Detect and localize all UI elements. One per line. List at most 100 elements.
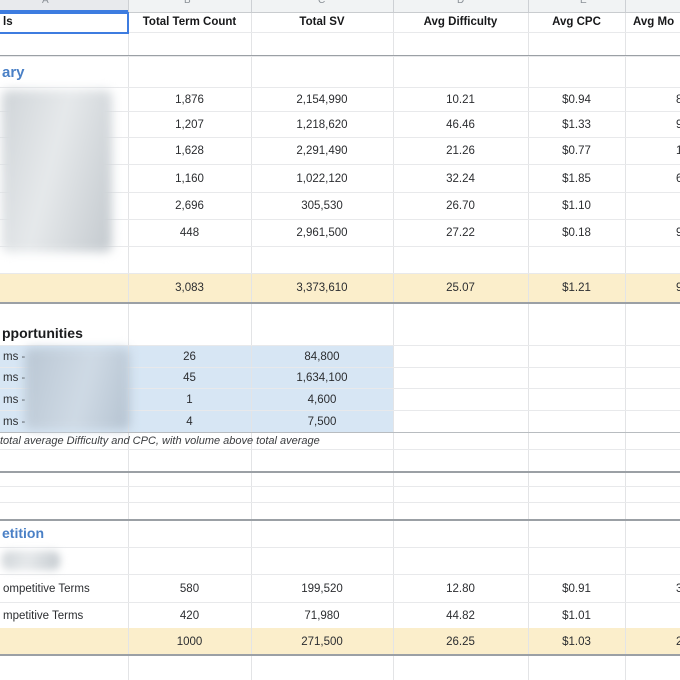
opportunities-heading[interactable]: pportunities xyxy=(0,325,251,341)
summary-heading[interactable]: ary xyxy=(0,64,251,81)
table-row[interactable]: ms - 1 4,600 xyxy=(0,389,680,411)
selected-column-header[interactable] xyxy=(0,0,128,12)
cell-total-sv[interactable]: 199,520 xyxy=(251,583,393,595)
cell-avg-difficulty[interactable]: 46.46 xyxy=(393,119,528,131)
header-avg-cpc[interactable]: Avg CPC xyxy=(528,16,625,28)
table-row[interactable] xyxy=(0,450,680,471)
cell-avg-difficulty[interactable]: 10.21 xyxy=(393,94,528,106)
opportunity-label[interactable]: ms - xyxy=(0,351,128,363)
cell-avg-cpc[interactable]: $1.03 xyxy=(528,636,625,648)
cell-avg-cpc[interactable]: $0.91 xyxy=(528,583,625,595)
cell-term-count[interactable]: 1,628 xyxy=(128,145,251,157)
header-avg-difficulty[interactable]: Avg Difficulty xyxy=(393,16,528,28)
cell-avg-monthly[interactable] xyxy=(625,193,680,219)
table-row[interactable] xyxy=(0,304,680,320)
cell-term-count[interactable]: 2,696 xyxy=(128,200,251,212)
cell-total-sv[interactable]: 71,980 xyxy=(251,610,393,622)
cell-term-count[interactable]: 448 xyxy=(128,227,251,239)
cell-avg-monthly[interactable]: 9 xyxy=(625,274,680,302)
cell-term-count[interactable]: 1 xyxy=(128,394,251,406)
cell-total-sv[interactable]: 84,800 xyxy=(251,351,393,363)
cell-avg-difficulty[interactable]: 26.70 xyxy=(393,200,528,212)
cell-avg-cpc[interactable]: $1.33 xyxy=(528,119,625,131)
cell-avg-cpc[interactable]: $1.21 xyxy=(528,282,625,294)
cell-total-sv[interactable]: 7,500 xyxy=(251,416,393,428)
cell-avg-difficulty[interactable]: 21.26 xyxy=(393,145,528,157)
cell-total-sv[interactable]: 4,600 xyxy=(251,394,393,406)
cell-total-sv[interactable]: 305,530 xyxy=(251,200,393,212)
table-row[interactable]: ompetitive Terms 580 199,520 12.80 $0.91… xyxy=(0,575,680,603)
column-header-strip[interactable]: A B C D E xyxy=(0,0,680,13)
cell-avg-cpc[interactable]: $0.18 xyxy=(528,227,625,239)
cell-term-count[interactable]: 580 xyxy=(128,583,251,595)
opportunities-heading-row[interactable]: pportunities xyxy=(0,320,680,346)
column-letter[interactable]: D xyxy=(457,0,464,6)
cell-term-count[interactable]: 1000 xyxy=(128,636,251,648)
cell-avg-monthly[interactable]: 2 xyxy=(625,628,680,655)
table-row[interactable] xyxy=(0,33,680,57)
cell-total-sv[interactable]: 1,022,120 xyxy=(251,173,393,185)
cell-total-sv[interactable]: 1,634,100 xyxy=(251,372,393,384)
table-row[interactable] xyxy=(0,656,680,680)
cell-avg-difficulty[interactable]: 27.22 xyxy=(393,227,528,239)
opportunity-label[interactable]: ms - xyxy=(0,416,128,428)
cell-avg-difficulty[interactable]: 32.24 xyxy=(393,173,528,185)
cell-term-count[interactable]: 3,083 xyxy=(128,282,251,294)
competition-label[interactable]: mpetitive Terms xyxy=(0,610,128,622)
cell-avg-cpc[interactable]: $1.85 xyxy=(528,173,625,185)
summary-heading-row[interactable]: ary xyxy=(0,57,680,88)
cell-term-count[interactable]: 1,160 xyxy=(128,173,251,185)
column-letter[interactable]: C xyxy=(318,0,325,6)
cell-avg-cpc[interactable]: $1.10 xyxy=(528,200,625,212)
cell-term-count[interactable]: 1,876 xyxy=(128,94,251,106)
cell-avg-monthly[interactable]: 9 xyxy=(625,220,680,246)
cell-avg-cpc[interactable]: $1.01 xyxy=(528,610,625,622)
cell-avg-monthly[interactable]: 8 xyxy=(625,88,680,111)
table-row[interactable] xyxy=(0,247,680,274)
column-letter[interactable]: B xyxy=(184,0,191,6)
note-row[interactable]: total average Difficulty and CPC, with v… xyxy=(0,432,680,450)
cell-avg-monthly[interactable]: 1 xyxy=(625,138,680,164)
competition-heading[interactable]: etition xyxy=(0,525,251,541)
table-row[interactable]: 448 2,961,500 27.22 $0.18 9 xyxy=(0,220,680,247)
cell-term-count[interactable]: 4 xyxy=(128,416,251,428)
cell-avg-difficulty[interactable]: 12.80 xyxy=(393,583,528,595)
cell-avg-monthly[interactable] xyxy=(625,603,680,628)
competition-heading-row[interactable]: etition xyxy=(0,519,680,548)
cell-total-sv[interactable]: 2,291,490 xyxy=(251,145,393,157)
cell-term-count[interactable]: 1,207 xyxy=(128,119,251,131)
header-total-sv[interactable]: Total SV xyxy=(251,16,393,28)
table-row[interactable] xyxy=(0,503,680,519)
cell-avg-cpc[interactable]: $0.94 xyxy=(528,94,625,106)
cell-avg-difficulty[interactable]: 25.07 xyxy=(393,282,528,294)
column-letter[interactable]: A xyxy=(42,0,49,6)
cell-term-count[interactable]: 26 xyxy=(128,351,251,363)
cell-avg-cpc[interactable]: $0.77 xyxy=(528,145,625,157)
table-row[interactable]: 1,160 1,022,120 32.24 $1.85 6 xyxy=(0,165,680,193)
table-row[interactable]: 1,876 2,154,990 10.21 $0.94 8 xyxy=(0,88,680,112)
table-row[interactable] xyxy=(0,487,680,503)
table-row[interactable] xyxy=(0,471,680,487)
cell-total-sv[interactable]: 2,961,500 xyxy=(251,227,393,239)
table-row[interactable]: ms - 45 1,634,100 xyxy=(0,368,680,389)
cell-total-sv[interactable]: 1,218,620 xyxy=(251,119,393,131)
table-row[interactable]: 1,628 2,291,490 21.26 $0.77 1 xyxy=(0,138,680,165)
table-row[interactable]: 1,207 1,218,620 46.46 $1.33 9 xyxy=(0,112,680,138)
competition-total-row[interactable]: 1000 271,500 26.25 $1.03 2 xyxy=(0,628,680,655)
competition-label[interactable]: ompetitive Terms xyxy=(0,583,128,595)
header-total-term-count[interactable]: Total Term Count xyxy=(128,16,251,28)
column-letter[interactable]: E xyxy=(580,0,587,6)
opportunity-label[interactable]: ms - xyxy=(0,394,128,406)
cell-term-count[interactable]: 420 xyxy=(128,610,251,622)
cell-avg-monthly[interactable]: 3 xyxy=(625,575,680,602)
table-row[interactable] xyxy=(0,548,680,575)
cell-total-sv[interactable]: 3,373,610 xyxy=(251,282,393,294)
cell-total-sv[interactable]: 271,500 xyxy=(251,636,393,648)
opportunity-label[interactable]: ms - xyxy=(0,372,128,384)
header-keywords[interactable]: ls xyxy=(0,16,128,28)
table-row[interactable]: ms - 26 84,800 xyxy=(0,346,680,368)
cell-avg-monthly[interactable]: 6 xyxy=(625,165,680,192)
cell-total-sv[interactable]: 2,154,990 xyxy=(251,94,393,106)
table-row[interactable]: mpetitive Terms 420 71,980 44.82 $1.01 xyxy=(0,603,680,628)
cell-avg-difficulty[interactable]: 26.25 xyxy=(393,636,528,648)
